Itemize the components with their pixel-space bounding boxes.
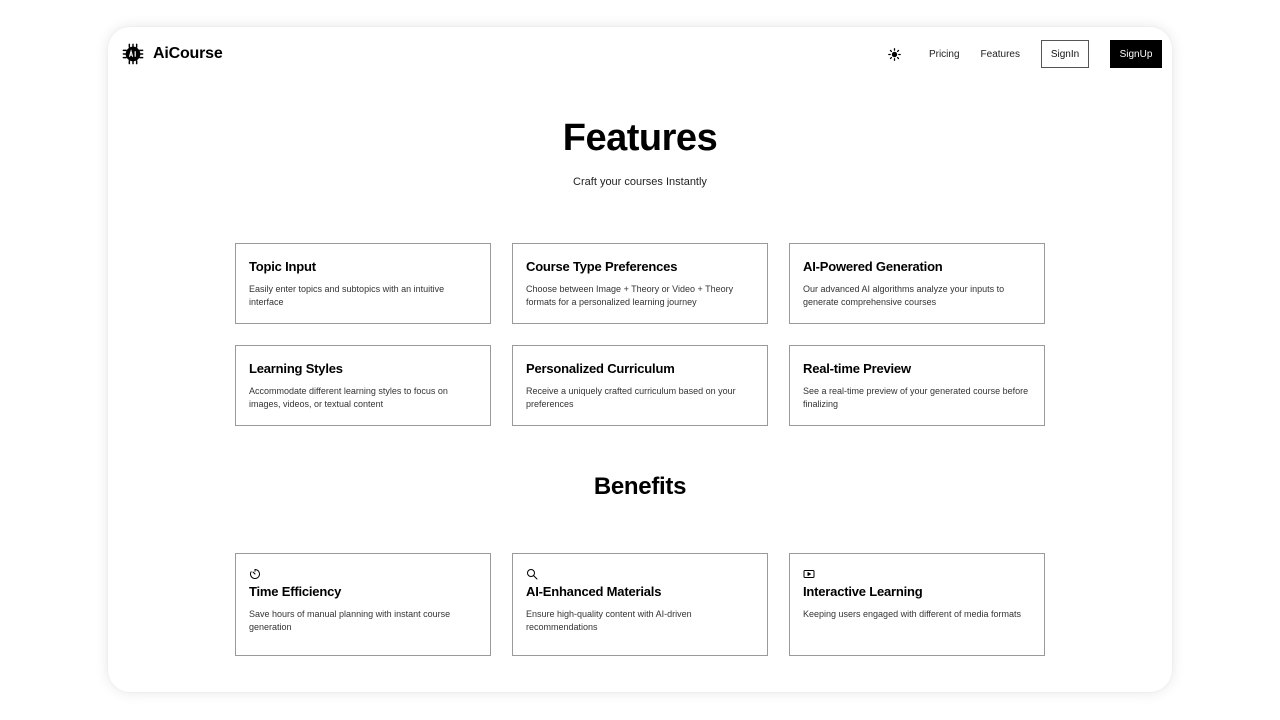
sun-icon (888, 47, 902, 61)
benefit-card-description: Save hours of manual planning with insta… (249, 609, 451, 632)
benefit-card: AI-Enhanced Materials Ensure high-qualit… (512, 553, 768, 656)
signin-button[interactable]: SignIn (1041, 40, 1089, 68)
brand-logo[interactable]: AiCourse (122, 43, 223, 65)
benefit-card-title: Time Efficiency (249, 584, 342, 599)
feature-card-description: Easily enter topics and subtopics with a… (249, 284, 445, 307)
feature-card: Course Type Preferences Choose between I… (512, 243, 768, 324)
feature-card-description: Accommodate different learning styles to… (249, 386, 448, 409)
feature-card: Real-time Preview See a real-time previe… (789, 345, 1045, 426)
feature-card-title: Topic Input (249, 259, 316, 274)
search-icon (527, 569, 538, 580)
benefit-card-description: Keeping users engaged with different of … (803, 609, 1021, 619)
ai-chip-logo-icon (122, 43, 144, 65)
app-window: AiCourse Pricing Features SignIn SignUp (108, 27, 1172, 692)
nav-link-features[interactable]: Features (981, 49, 1020, 60)
page-title: Features (562, 117, 718, 159)
feature-card: AI-Powered Generation Our advanced AI al… (789, 243, 1045, 324)
benefit-card: Time Efficiency Save hours of manual pla… (235, 553, 491, 656)
feature-card-title: Course Type Preferences (526, 259, 678, 274)
feature-card-description: Our advanced AI algorithms analyze your … (803, 284, 1005, 307)
feature-card: Personalized Curriculum Receive a unique… (512, 345, 768, 426)
feature-card: Topic Input Easily enter topics and subt… (235, 243, 491, 324)
video-icon (803, 570, 815, 578)
signup-button[interactable]: SignUp (1110, 40, 1162, 68)
feature-card-description: Receive a uniquely crafted curriculum ba… (526, 386, 736, 409)
features-grid: Topic Input Easily enter topics and subt… (235, 243, 1045, 426)
benefit-card-description: Ensure high-quality content with AI-driv… (526, 609, 692, 632)
feature-card-title: Personalized Curriculum (526, 361, 675, 376)
benefit-card: Interactive Learning Keeping users engag… (789, 553, 1045, 656)
brand-name: AiCourse (153, 45, 223, 62)
benefits-grid: Time Efficiency Save hours of manual pla… (235, 553, 1045, 656)
feature-card-title: Real-time Preview (803, 361, 911, 376)
feature-card-description: See a real-time preview of your generate… (803, 386, 1029, 409)
feature-card: Learning Styles Accommodate different le… (235, 345, 491, 426)
feature-card-title: Learning Styles (249, 361, 343, 376)
feature-card-title: AI-Powered Generation (803, 259, 943, 274)
feature-card-description: Choose between Image + Theory or Video +… (526, 284, 734, 307)
nav-menu: Pricing Features SignIn SignUp (888, 40, 1162, 68)
page-subtitle: Craft your courses Instantly (573, 176, 707, 188)
theme-toggle-button[interactable] (888, 47, 902, 61)
benefit-card-title: AI-Enhanced Materials (526, 584, 662, 599)
benefit-card-title: Interactive Learning (803, 584, 923, 599)
top-navbar: AiCourse Pricing Features SignIn SignUp (108, 27, 1172, 83)
timer-icon (250, 569, 260, 579)
nav-link-pricing[interactable]: Pricing (929, 49, 960, 60)
benefits-title: Benefits (593, 473, 687, 500)
